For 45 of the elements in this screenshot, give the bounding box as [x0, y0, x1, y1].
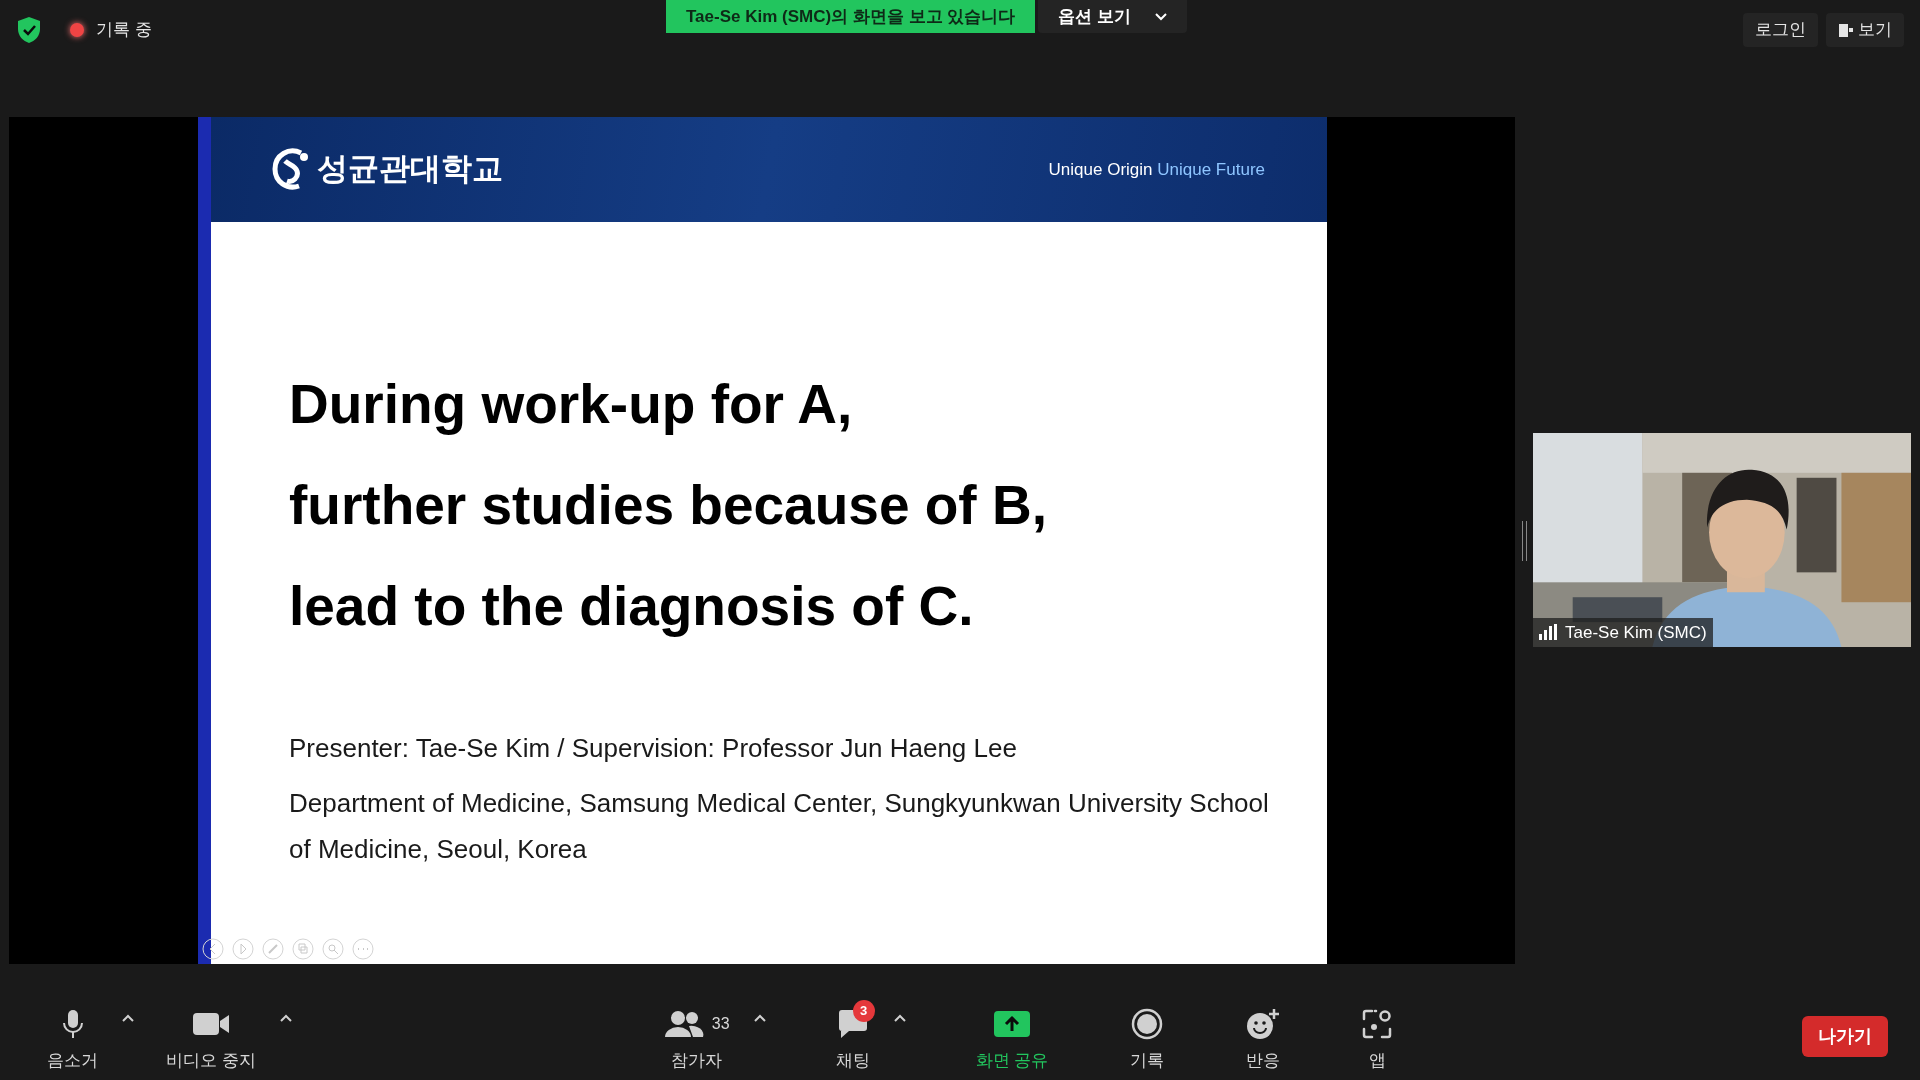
slogan: Unique Origin Unique Future	[1048, 158, 1265, 181]
apps-icon	[1362, 1009, 1393, 1039]
microphone-icon	[61, 1009, 84, 1039]
participant-count: 33	[711, 1014, 730, 1034]
caret-icon	[279, 1014, 292, 1022]
record-icon	[1131, 1008, 1164, 1040]
university-name: 성균관대학교	[317, 150, 503, 189]
toolbar-button[interactable]: 채팅 3	[823, 1002, 882, 1074]
smiley-plus-icon	[1246, 1008, 1281, 1040]
caret-icon	[753, 1014, 766, 1022]
signal-icon	[1539, 624, 1557, 641]
toolbar-button[interactable]: 앱	[1350, 1002, 1405, 1074]
recording-status[interactable]: 기록 중	[96, 17, 152, 43]
shield-check-icon[interactable]	[16, 16, 42, 44]
resize-handle[interactable]	[1521, 520, 1527, 561]
caret-icon	[893, 1014, 906, 1022]
view-button[interactable]: 보기	[1826, 13, 1904, 47]
view-options-button[interactable]: 옵션 보기	[1038, 0, 1188, 33]
toolbar-button[interactable]: 33 참가자	[651, 1002, 742, 1074]
presenter-text: Presenter: Tae-Se Kim / Supervision: Professor Jun Haeng Lee	[289, 732, 1018, 765]
slide-title-line: During work-up for A,	[289, 372, 854, 437]
chevron-down-icon	[1155, 12, 1168, 21]
caret-button[interactable]	[753, 1014, 766, 1022]
participant-name: Tae-Se Kim (SMC)	[1565, 621, 1707, 644]
leave-button[interactable]: 나가기	[1802, 1016, 1888, 1057]
slide-title-line: lead to the diagnosis of C.	[289, 574, 975, 639]
login-button[interactable]: 로그인	[1743, 13, 1818, 47]
share-banner: Tae-Se Kim (SMC)의 화면을 보고 있습니다	[666, 0, 1036, 33]
toolbar-button[interactable]: 기록	[1118, 1002, 1177, 1074]
toolbar-button[interactable]: 비디오 중지	[154, 1002, 268, 1074]
caret-button[interactable]	[122, 1014, 134, 1022]
caret-button[interactable]	[279, 1014, 292, 1022]
previous-icon[interactable]	[202, 938, 224, 960]
affiliation-text: Department of Medicine, Samsung Medical Center, Sungkyunkwan University School of Medicine, Seoul, Korea	[289, 787, 1270, 866]
people-icon	[663, 1010, 704, 1038]
unread-badge: 3	[852, 1000, 875, 1022]
caret-icon	[122, 1014, 134, 1022]
layout-icon	[1838, 22, 1854, 38]
toolbar-button[interactable]: 화면 공유	[963, 1002, 1061, 1074]
video-camera-icon	[191, 1011, 230, 1037]
caret-button[interactable]	[893, 1014, 906, 1022]
slide-title-line: further studies because of B,	[289, 473, 1048, 538]
toolbar-button[interactable]: 음소거	[35, 1002, 110, 1074]
share-screen-icon	[992, 1010, 1031, 1038]
toolbar-button[interactable]: 반응	[1234, 1002, 1293, 1074]
